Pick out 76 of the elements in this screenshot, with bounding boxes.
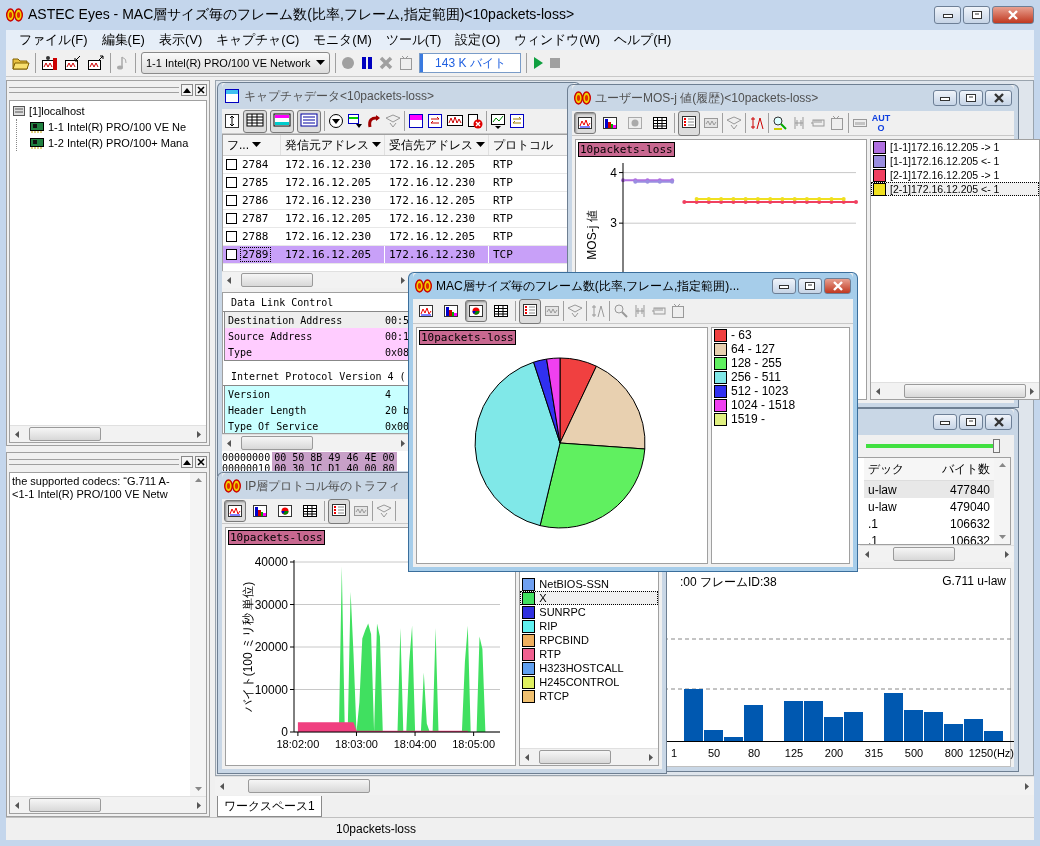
table-cell-text: 477840	[948, 482, 991, 497]
table-cell-text: u-law	[867, 499, 898, 514]
table-cell: 172.16.12.230	[281, 156, 385, 173]
capture-tag: 10packets-loss	[228, 530, 325, 545]
tick-label: 800	[944, 747, 964, 759]
log-line: <1-1 Intel(R) PRO/100 VE Netw	[12, 488, 169, 501]
tick-label: 30000	[254, 597, 288, 612]
tick-label: 4	[610, 165, 617, 180]
capture-tag: 10packets-loss	[578, 142, 675, 157]
table-cell-text: .1	[867, 516, 879, 531]
table-cell: 172.16.12.205	[281, 174, 385, 191]
field-name: Source Address	[227, 330, 314, 342]
field-value: 4	[384, 388, 393, 400]
frame-caption: :00 フレームID:38	[680, 574, 777, 591]
table-cell: 172.16.12.205	[281, 210, 385, 227]
table-cell: 172.16.12.205	[385, 192, 489, 209]
tick-label: 3	[610, 216, 617, 231]
table-cell: 172.16.12.230	[385, 246, 489, 263]
table-cell: 2786	[241, 194, 270, 207]
tick-label: 10000	[254, 682, 288, 697]
log-line: the supported codecs: “G.711 A-	[12, 475, 171, 488]
field-name: Version	[227, 388, 272, 400]
status-text: 10packets-loss	[336, 822, 417, 836]
table-cell: 172.16.12.205	[385, 156, 489, 173]
tick-label: 500	[904, 747, 924, 759]
codec-label: G.711 u-law	[942, 574, 1006, 590]
tick-label: 80	[747, 747, 761, 759]
table-cell: 2789	[241, 248, 270, 261]
table-cell-text: u-law	[867, 482, 898, 497]
tick-label: 50	[707, 747, 721, 759]
table-cell: 172.16.12.230	[281, 228, 385, 245]
field-name: Destination Address	[227, 314, 344, 326]
tick-label: 1	[670, 747, 678, 759]
window-title: IP層プロトコル毎のトラフィ	[245, 477, 402, 495]
field-value: 20 b	[384, 404, 411, 416]
table-cell: 172.16.12.205	[385, 228, 489, 245]
field-value: 0x08	[384, 346, 411, 358]
tick-label: 20000	[254, 640, 288, 654]
table-cell: 172.16.12.230	[281, 192, 385, 209]
tick-label: 125	[784, 747, 804, 759]
capture-tag: 10packets-loss	[419, 330, 516, 345]
window-title: キャプチャデータ<10packets-loss>	[244, 87, 436, 105]
hex-offset: 00000000	[222, 452, 271, 463]
table-cell: 2784	[241, 158, 270, 171]
table-cell-text: 106632	[948, 516, 991, 531]
tick-label: 40000	[254, 555, 288, 569]
tick-label: 200	[824, 747, 844, 759]
axis-title: バイト(100 ミリ秒 単位)	[241, 581, 255, 713]
buffer-size-field: 143 K バイト	[419, 53, 522, 73]
window-title: ASTEC Eyes - MAC層サイズ毎のフレーム数(比率,フレーム,指定範囲)<10packets-loss>	[28, 6, 576, 24]
field-value: 00:1	[384, 330, 411, 342]
tick-label: 18:02:00	[276, 738, 320, 750]
tick-label: 315	[864, 747, 884, 759]
table-cell: 172.16.12.205	[281, 246, 385, 263]
table-cell: 2785	[241, 176, 270, 189]
window-title: ユーザーMOS-j 値(履歴)<10packets-loss>	[595, 89, 820, 107]
tick-label: 1250(Hz)	[968, 747, 1014, 759]
field-name: Type	[227, 346, 254, 358]
table-cell-text: 479040	[948, 499, 991, 514]
tick-label: 18:03:00	[335, 738, 378, 750]
tick-label: 18:04:00	[393, 738, 437, 750]
hex-bytes: 00 50 8B 49 46 4E 00	[272, 452, 397, 463]
axis-title: MOS-j 値	[585, 210, 599, 260]
tick-label: 0	[281, 725, 288, 739]
field-name: Header Length	[227, 404, 308, 416]
window-title: MAC層サイズ毎のフレーム数(比率,フレーム,指定範囲)...	[436, 277, 741, 295]
table-cell: 2788	[241, 230, 270, 243]
table-cell-text: 106632	[948, 533, 991, 544]
table-cell: 2787	[241, 212, 270, 225]
table-cell: 172.16.12.230	[385, 174, 489, 191]
field-value: 00:5	[384, 314, 411, 326]
tick-label: 18:05:00	[452, 738, 496, 750]
field-value: 0x00	[384, 420, 411, 432]
table-cell-text: .1	[867, 533, 879, 544]
field-name: Type Of Service	[227, 420, 320, 432]
table-cell: 172.16.12.230	[385, 210, 489, 227]
